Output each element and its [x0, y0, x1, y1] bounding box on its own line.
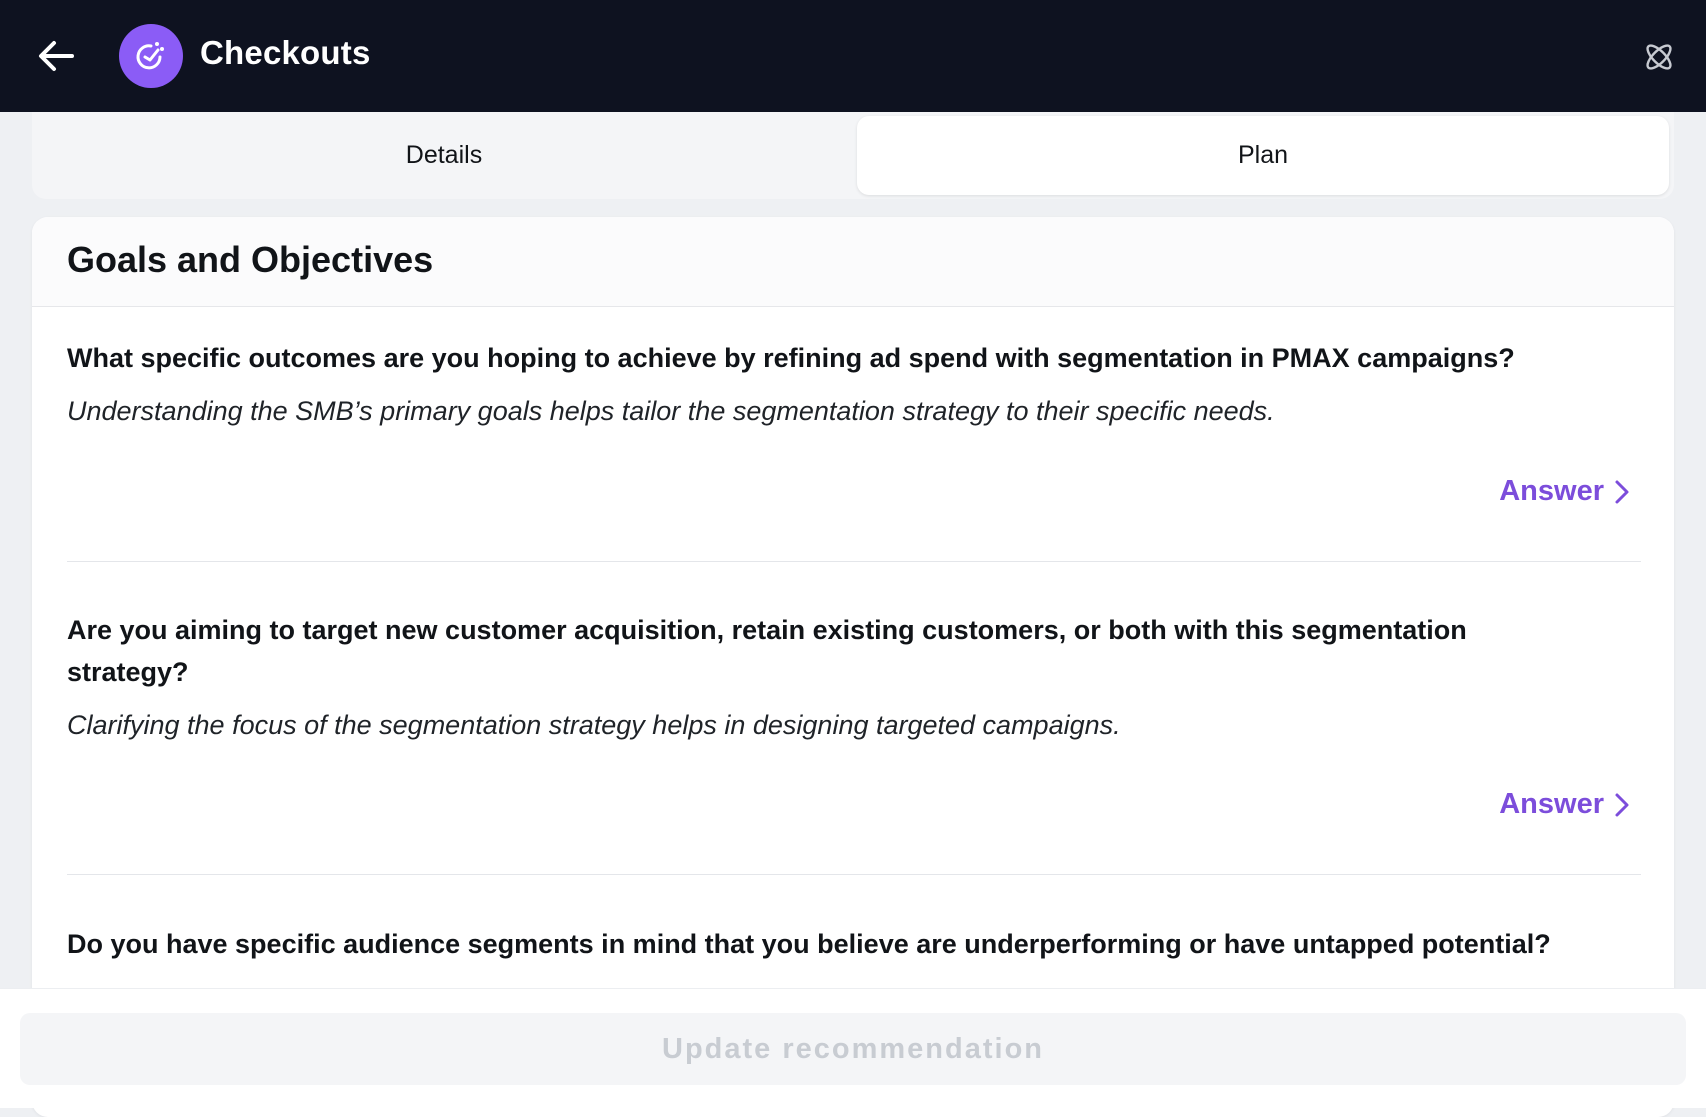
- footer-bar: Update recommendation: [0, 988, 1706, 1108]
- tab-details[interactable]: Details: [32, 116, 856, 195]
- back-button[interactable]: [34, 34, 78, 78]
- question-text: Are you aiming to target new customer ac…: [67, 615, 1467, 687]
- answer-label: Answer: [1499, 475, 1604, 507]
- page-title: Checkouts: [200, 34, 371, 71]
- question-text: Do you have specific audience segments i…: [67, 929, 1551, 959]
- question-hint: Clarifying the focus of the segmentation…: [67, 710, 1121, 740]
- answer-label: Answer: [1499, 788, 1604, 820]
- tab-plan[interactable]: Plan: [857, 116, 1669, 195]
- arrow-left-icon: [39, 41, 74, 71]
- atom-icon[interactable]: [1638, 36, 1680, 78]
- chevron-right-icon: [1615, 480, 1629, 503]
- answer-button[interactable]: Answer: [1499, 475, 1630, 508]
- divider: [67, 874, 1641, 875]
- section-title: Goals and Objectives: [67, 239, 434, 280]
- divider: [67, 561, 1641, 562]
- update-recommendation-button[interactable]: Update recommendation: [20, 1013, 1686, 1085]
- section-header: Goals and Objectives: [32, 217, 1674, 307]
- chevron-right-icon: [1615, 793, 1629, 816]
- question-item: What specific outcomes are you hoping to…: [67, 337, 1641, 431]
- question-item: Are you aiming to target new customer ac…: [67, 609, 1567, 745]
- tab-bar: Details Plan: [32, 112, 1674, 199]
- goals-card: Goals and Objectives What specific outco…: [32, 217, 1674, 1117]
- checkout-logo-icon: [119, 24, 183, 88]
- question-item: Do you have specific audience segments i…: [67, 923, 1641, 965]
- top-bar: Checkouts: [0, 0, 1706, 112]
- question-hint: Understanding the SMB’s primary goals he…: [67, 396, 1275, 426]
- question-text: What specific outcomes are you hoping to…: [67, 343, 1515, 373]
- answer-button[interactable]: Answer: [1499, 788, 1630, 821]
